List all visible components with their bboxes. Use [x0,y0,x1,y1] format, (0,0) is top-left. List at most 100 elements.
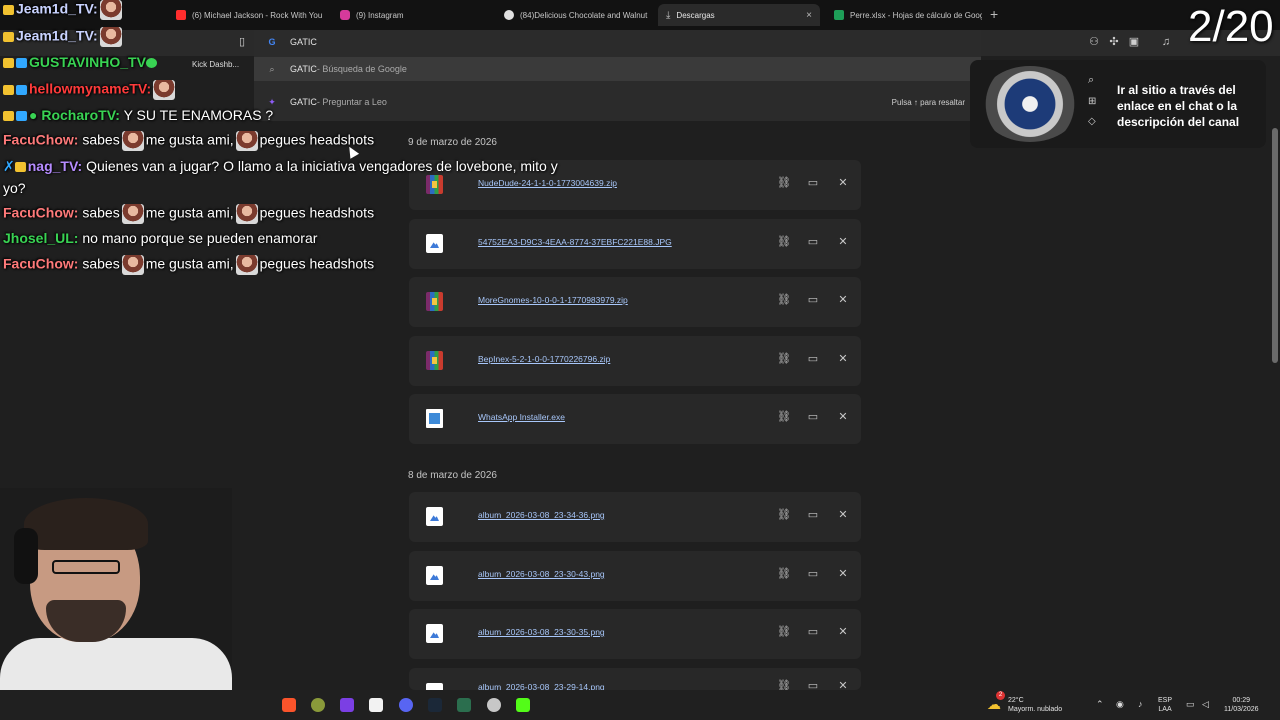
crown-badge-icon [3,85,14,95]
bookmark-kick[interactable]: Kick Dashb... [192,60,239,69]
emote-icon [235,204,258,224]
copy-link-icon[interactable]: ⛓ [776,678,792,690]
lang-line1: ESP [1158,697,1173,704]
download-filename-link[interactable]: 54752EA3-D9C3-4EAA-8774-37EBFC221E88.JPG [478,237,672,247]
chat-message: hellowmynameTV: [3,80,177,100]
omnibox-dropdown: G GATIC ⌕ GATIC - Búsqueda de Google ✦ G… [254,30,981,121]
gem-badge-icon [16,111,27,122]
show-in-folder-icon[interactable]: ▭ [805,292,821,308]
archive-icon [426,175,443,194]
remove-icon[interactable]: ✕ [835,175,851,191]
weather-widget[interactable]: 22°C Mayorm. nublado [1008,696,1062,714]
clock[interactable]: 00:29 11/03/2026 [1224,696,1259,714]
chat-text: pegues headshots [259,204,375,221]
app-icon[interactable] [340,698,354,712]
kick-icon[interactable] [516,698,530,712]
download-filename-link[interactable]: album_2026-03-08_23-30-35.png [478,627,605,637]
download-filename-link[interactable]: album_2026-03-08_23-30-43.png [478,569,605,579]
remove-icon[interactable]: ✕ [835,678,851,690]
show-in-folder-icon[interactable]: ▭ [805,507,821,523]
copy-link-icon[interactable]: ⛓ [776,566,792,582]
remove-icon[interactable]: ✕ [835,507,851,523]
steam-icon[interactable] [428,698,442,712]
chevron-up-icon[interactable]: ⌃ [1096,699,1104,710]
chat-text: yo? [3,180,26,196]
show-in-folder-icon[interactable]: ▭ [805,175,821,191]
puzzle-icon[interactable]: ✣ [1108,36,1120,48]
tab-sheets[interactable]: Perre.xlsx - Hojas de cálculo de Goog [826,4,982,26]
omnibox-input[interactable]: GATIC [290,37,317,47]
suggestion-leo[interactable]: ✦ GATIC - Preguntar a Leo Pulsa ↑ para r… [254,90,981,114]
show-in-folder-icon[interactable]: ▭ [805,409,821,425]
emote-icon [153,80,176,100]
show-in-folder-icon[interactable]: ▭ [805,624,821,640]
remove-icon[interactable]: ✕ [835,566,851,582]
emote-icon [235,255,258,275]
sidebar-icon[interactable]: ▣ [1128,36,1140,48]
download-item: album_2026-03-08_23-30-43.png ⛓ ▭ ✕ [409,551,861,601]
remove-icon[interactable]: ✕ [835,624,851,640]
chat-message: FacuChow: sabes me gusta ami, pegues heads… [3,131,374,151]
tab-descargas[interactable]: ⤓ Descargas × [658,4,820,26]
show-in-folder-icon[interactable]: ▭ [805,234,821,250]
music-icon[interactable]: ♫ [1160,36,1172,48]
chat-username: hellowmynameTV: [29,80,152,97]
new-tab-button[interactable]: + [990,6,998,22]
scrollbar[interactable] [1270,118,1280,690]
download-filename-link[interactable]: WhatsApp Installer.exe [478,412,565,422]
bookmark-icon[interactable]: ▯ [236,36,248,48]
network-icon[interactable]: ▭ [1186,699,1195,710]
download-item: album_2026-03-08_23-34-36.png ⛓ ▭ ✕ [409,492,861,542]
copy-link-icon[interactable]: ⛓ [776,409,792,425]
omnibox-input-row[interactable]: G GATIC [254,30,981,54]
app-icon[interactable] [457,698,471,712]
download-filename-link[interactable]: album_2026-03-08_23-29-14.png [478,682,605,690]
file-icon[interactable] [369,698,383,712]
microphone-icon[interactable]: ♪ [1138,699,1143,709]
remove-icon[interactable]: ✕ [835,351,851,367]
chat-message-continuation: yo? [3,180,26,196]
download-filename-link[interactable]: BepInex-5-2-1-0-0-1770226796.zip [478,354,610,364]
close-tab-icon[interactable]: × [806,10,812,21]
discord-icon[interactable] [399,698,413,712]
webcam-hair [24,498,148,550]
ad-text: Ir al sitio a través del enlace en el ch… [1117,83,1240,129]
download-filename-link[interactable]: MoreGnomes-10-0-0-1-1770983979.zip [478,295,628,305]
remove-icon[interactable]: ✕ [835,292,851,308]
chat-bullet: ● [29,107,42,123]
roulette-wheel-image [980,66,1080,142]
show-in-folder-icon[interactable]: ▭ [805,678,821,690]
download-filename-link[interactable]: album_2026-03-08_23-34-36.png [478,510,605,520]
download-item: album_2026-03-08_23-30-35.png ⛓ ▭ ✕ [409,609,861,659]
tab-instagram[interactable]: (9) Instagram [332,4,492,26]
image-file-icon [426,234,443,253]
clock-time: 00:29 [1232,697,1251,704]
remove-icon[interactable]: ✕ [835,409,851,425]
language-indicator[interactable]: ESP LAA [1158,696,1172,714]
copy-link-icon[interactable]: ⛓ [776,175,792,191]
tab-label: (9) Instagram [356,10,404,20]
copy-link-icon[interactable]: ⛓ [776,624,792,640]
app-icon[interactable] [487,698,501,712]
app-icon[interactable] [311,698,325,712]
chat-text: sabes [82,204,120,221]
copy-link-icon[interactable]: ⛓ [776,507,792,523]
scrollbar-thumb[interactable] [1272,128,1278,363]
suggestion-google-search[interactable]: ⌕ GATIC - Búsqueda de Google [254,57,981,81]
emote-icon [121,255,144,275]
tab-youtube[interactable]: (6) Michael Jackson - Rock With You [168,4,324,26]
tray-icon[interactable]: ◉ [1116,699,1124,710]
show-in-folder-icon[interactable]: ▭ [805,566,821,582]
extension-icon[interactable]: ⚇ [1088,36,1100,48]
remove-icon[interactable]: ✕ [835,234,851,250]
emote-icon [121,204,144,224]
tab-tiktok[interactable]: (84)Delicious Chocolate and Walnut [496,4,652,26]
copy-link-icon[interactable]: ⛓ [776,292,792,308]
volume-icon[interactable]: ◁ [1202,699,1209,710]
download-filename-link[interactable]: NudeDude-24-1-1-0-1773004639.zip [478,178,617,188]
stream-counter: 2/20 [1188,2,1274,51]
copy-link-icon[interactable]: ⛓ [776,234,792,250]
brave-browser-icon[interactable] [282,698,296,712]
copy-link-icon[interactable]: ⛓ [776,351,792,367]
show-in-folder-icon[interactable]: ▭ [805,351,821,367]
